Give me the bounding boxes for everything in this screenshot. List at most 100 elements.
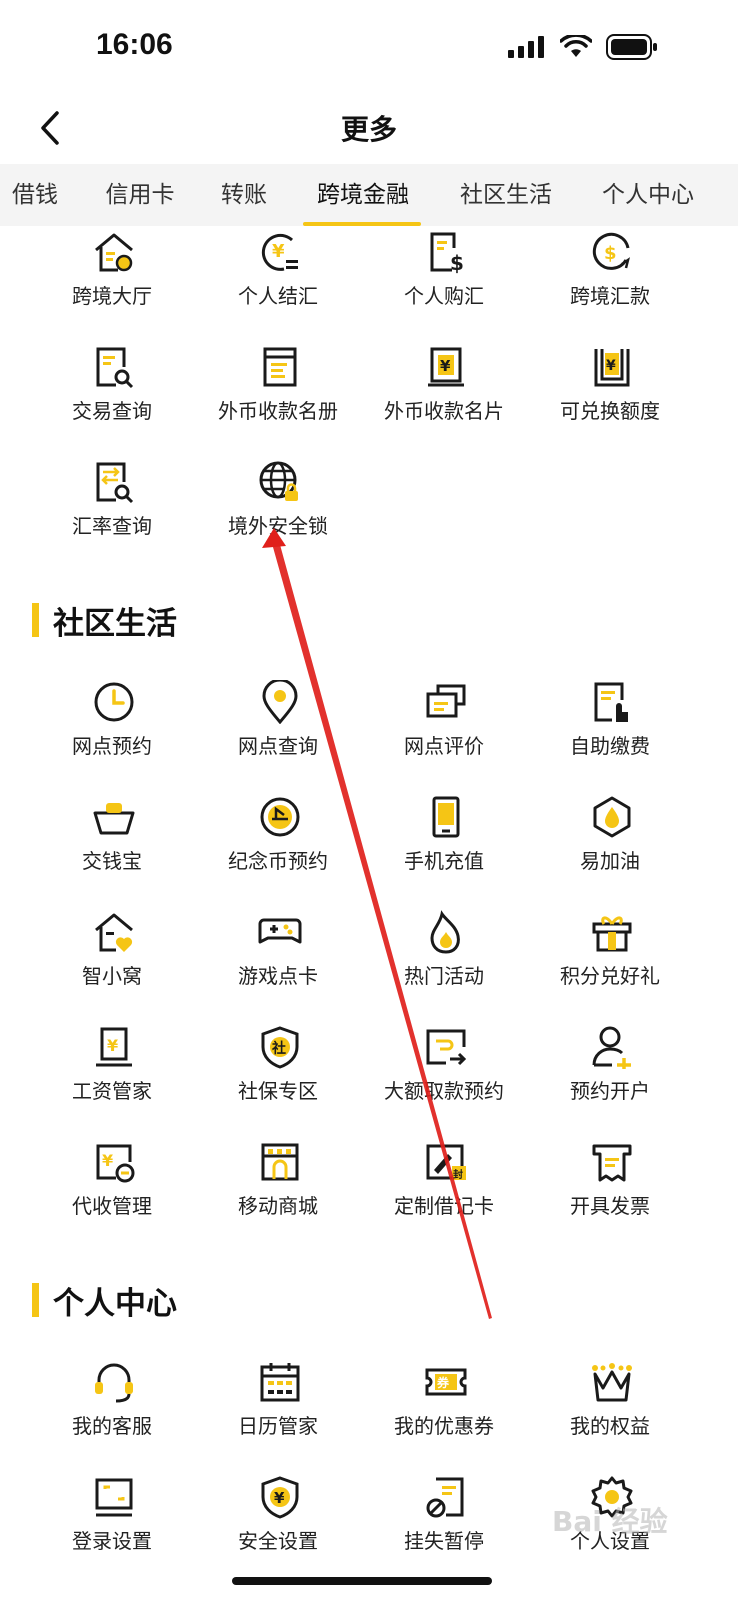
grid-item-transaction-query[interactable]: 交易查询 xyxy=(32,345,192,445)
fuel-drop-icon xyxy=(593,796,631,838)
salary-icon: ¥ xyxy=(96,1027,132,1067)
shield-she-icon: 社 xyxy=(261,1026,299,1069)
yen-card-icon: ¥ xyxy=(428,347,464,387)
grid-item-salary-manager[interactable]: ¥ 工资管家 xyxy=(32,1025,192,1125)
grid-item-cross-border-remit[interactable]: $ 跨境汇款 xyxy=(530,230,690,330)
tab-personal[interactable]: 个人中心 xyxy=(598,164,698,226)
ledger-icon xyxy=(263,347,297,387)
svg-text:封: 封 xyxy=(453,1168,463,1181)
ingot-icon xyxy=(93,803,135,835)
section-header-community: 社区生活 xyxy=(32,600,177,642)
grid-item-overseas-lock[interactable]: 境外安全锁 xyxy=(198,460,358,560)
grid-item-points-gift[interactable]: 积分兑好礼 xyxy=(530,910,690,1010)
grid-item-personal-settlement[interactable]: ¥ 个人结汇 xyxy=(198,230,358,330)
grid-item-branch-query[interactable]: 网点查询 xyxy=(198,680,358,780)
grid-item-payee-roster[interactable]: 外币收款名册 xyxy=(198,345,358,445)
login-screen-icon xyxy=(95,1478,133,1517)
grid-item-issue-invoice[interactable]: 开具发票 xyxy=(530,1140,690,1240)
grid-item-label: 预约开户 xyxy=(570,1079,650,1103)
rate-search-icon xyxy=(96,462,134,504)
grid-item-rate-query[interactable]: 汇率查询 xyxy=(32,460,192,560)
grid-item-branch-review[interactable]: 网点评价 xyxy=(364,680,524,780)
user-add-icon xyxy=(592,1026,631,1069)
gamepad-icon xyxy=(258,918,302,944)
grid-item-reserve-account[interactable]: 预约开户 xyxy=(530,1025,690,1125)
doc-block-icon xyxy=(426,1477,464,1518)
grid-item-zhixiaowo[interactable]: 智小窝 xyxy=(32,910,192,1010)
grid-item-payee-card[interactable]: ¥ 外币收款名片 xyxy=(364,345,524,445)
grid-item-game-card[interactable]: 游戏点卡 xyxy=(198,910,358,1010)
grid-item-report-loss[interactable]: 挂失暂停 xyxy=(364,1475,524,1575)
svg-text:¥: ¥ xyxy=(272,241,285,262)
house-search-icon xyxy=(95,233,133,272)
grid-item-social-security[interactable]: 社 社保专区 xyxy=(198,1025,358,1125)
grid-item-custom-debit-card[interactable]: 封 定制借记卡 xyxy=(364,1140,524,1240)
clock-icon xyxy=(94,682,134,722)
grid-item-my-coupons[interactable]: 券 我的优惠券 xyxy=(364,1360,524,1460)
grid-item-branch-reserve[interactable]: 网点预约 xyxy=(32,680,192,780)
grid-item-customer-service[interactable]: 我的客服 xyxy=(32,1360,192,1460)
section-title: 个人中心 xyxy=(53,1285,177,1322)
grid-item-label: 可兑换额度 xyxy=(560,399,660,423)
grid-item-cross-border-hall[interactable]: 跨境大厅 xyxy=(32,230,192,330)
svg-text:¥: ¥ xyxy=(606,358,616,374)
svg-text:$: $ xyxy=(604,243,617,264)
active-tab-indicator xyxy=(303,222,421,226)
wifi-icon xyxy=(560,35,592,57)
section-accent-bar xyxy=(32,1283,39,1317)
store-icon xyxy=(261,1143,299,1181)
svg-text:¥: ¥ xyxy=(274,1489,285,1507)
grid-item-calendar-manager[interactable]: 日历管家 xyxy=(198,1360,358,1460)
watermark: Bai 经验 xyxy=(552,1505,668,1538)
grid-item-label: 我的权益 xyxy=(570,1414,650,1438)
signal-icon xyxy=(508,36,544,58)
custom-card-icon: 封 xyxy=(426,1144,466,1181)
coin-icon xyxy=(260,797,300,837)
shield-yen-icon: ¥ xyxy=(261,1476,299,1519)
svg-text:¥: ¥ xyxy=(440,357,451,375)
home-indicator xyxy=(232,1577,492,1585)
svg-text:$: $ xyxy=(450,251,464,274)
tab-community[interactable]: 社区生活 xyxy=(456,164,556,226)
grid-item-login-settings[interactable]: 登录设置 xyxy=(32,1475,192,1575)
svg-text:¥: ¥ xyxy=(107,1036,118,1055)
yen-quota-icon: ¥ xyxy=(594,349,630,387)
grid-item-large-withdraw[interactable]: 大额取款预约 xyxy=(364,1025,524,1125)
status-icons xyxy=(508,34,658,60)
grid-item-hot-events[interactable]: 热门活动 xyxy=(364,910,524,1010)
svg-text:社: 社 xyxy=(271,1040,286,1057)
tab-credit-card[interactable]: 信用卡 xyxy=(100,164,180,226)
crown-icon xyxy=(592,1363,632,1402)
gift-icon xyxy=(592,916,632,952)
section-header-personal: 个人中心 xyxy=(32,1280,177,1322)
nav-bar: 更多 xyxy=(0,96,738,162)
svg-text:¥: ¥ xyxy=(102,1151,113,1170)
tab-transfer[interactable]: 转账 xyxy=(218,164,270,226)
tab-cross-border[interactable]: 跨境金融 xyxy=(308,164,418,226)
invoice-icon xyxy=(592,1144,632,1182)
withdraw-icon xyxy=(426,1029,467,1066)
section-title: 社区生活 xyxy=(53,605,177,642)
grid-item-collection-manage[interactable]: ¥ 代收管理 xyxy=(32,1140,192,1240)
location-pin-icon xyxy=(262,680,298,724)
grid-item-mobile-mall[interactable]: 移动商城 xyxy=(198,1140,358,1240)
svg-text:券: 券 xyxy=(436,1375,450,1390)
globe-lock-icon xyxy=(259,461,298,501)
status-time: 16:06 xyxy=(96,28,173,61)
grid-item-personal-purchase[interactable]: $ 个人购汇 xyxy=(364,230,524,330)
yen-exchange-icon: ¥ xyxy=(261,233,298,271)
category-tabs: 借钱 信用卡 转账 跨境金融 社区生活 个人中心 xyxy=(0,164,738,226)
grid-item-label: 开具发票 xyxy=(570,1194,650,1218)
grid-item-easy-fuel[interactable]: 易加油 xyxy=(530,795,690,895)
grid-item-convertible-quota[interactable]: ¥ 可兑换额度 xyxy=(530,345,690,445)
grid-item-coin-reserve[interactable]: 纪念币预约 xyxy=(198,795,358,895)
grid-item-self-pay[interactable]: 自助缴费 xyxy=(530,680,690,780)
grid-item-my-rights[interactable]: 我的权益 xyxy=(530,1360,690,1460)
dollar-circle-icon: $ xyxy=(592,232,630,270)
grid-item-label: 易加油 xyxy=(580,849,640,873)
grid-item-security-settings[interactable]: ¥ 安全设置 xyxy=(198,1475,358,1575)
phone-icon xyxy=(432,796,460,838)
grid-item-jiaoqianbao[interactable]: 交钱宝 xyxy=(32,795,192,895)
tab-borrow[interactable]: 借钱 xyxy=(10,164,60,226)
grid-item-phone-topup[interactable]: 手机充值 xyxy=(364,795,524,895)
